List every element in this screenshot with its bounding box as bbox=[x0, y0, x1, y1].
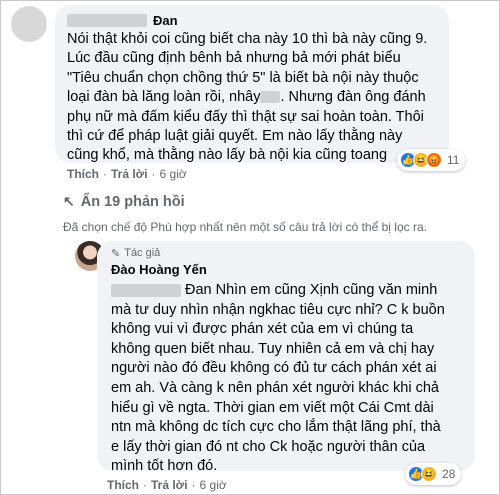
comment-line: thì cứ để pháp luật giải quyết. Em nào l… bbox=[67, 128, 403, 145]
reply-reaction-summary[interactable]: 👍 😆 28 bbox=[405, 463, 462, 485]
collapse-arrow-icon: ↖ bbox=[63, 193, 75, 209]
comment-line-part: . Nhưng đàn ông đánh bbox=[280, 89, 426, 106]
reply-actions: Thích · Trả lời · 6 giờ bbox=[107, 478, 227, 492]
reply-line: người nào đó đều không có đủ tư cách phá… bbox=[111, 360, 437, 377]
reply-line-part: Đan Nhìn em cũng Xịnh cũng văn minh bbox=[185, 282, 438, 298]
author-badge-label: Tác giả bbox=[124, 247, 161, 259]
separator: · bbox=[151, 167, 156, 181]
reply-line: mà tư duy nhìn nhận ngkhac tiêu cực nhỉ?… bbox=[111, 301, 445, 318]
comment-text: Nói thật khỏi coi cũng biết cha này 10 t… bbox=[67, 30, 437, 166]
comment-line: loại đàn bà lăng loàn rồi, nhây . Nhưng đ… bbox=[67, 88, 437, 107]
reply-line: hiểu gì về ngta. Thời gian em viết một C… bbox=[111, 399, 434, 416]
comment-line: cũng khổ, mà thằng nào lấy bà nội kia cũ… bbox=[67, 147, 388, 164]
comment-line: Nói thật khỏi coi cũng biết cha này 10 t… bbox=[67, 31, 428, 47]
comment-line-part: loại đàn bà lăng loàn rồi, nhây bbox=[67, 89, 261, 106]
separator: · bbox=[103, 167, 107, 181]
reaction-summary[interactable]: 👍 😆 😡 11 bbox=[397, 149, 466, 171]
like-button[interactable]: Thích bbox=[67, 167, 99, 181]
commenter-avatar[interactable] bbox=[11, 6, 47, 42]
comment-author-line[interactable]: Đan bbox=[67, 12, 437, 28]
reaction-count: 28 bbox=[442, 467, 456, 481]
author-badge: ✎ Tác giả bbox=[111, 246, 463, 260]
blurred-word bbox=[260, 91, 281, 104]
timestamp[interactable]: 6 giờ bbox=[160, 167, 187, 181]
reply-bubble: ✎ Tác giả Đào Hoàng Yến Đan Nhìn em cũng… bbox=[97, 241, 475, 474]
hide-replies-toggle[interactable]: ↖ Ẩn 19 phản hồi bbox=[63, 193, 185, 210]
pencil-icon: ✎ bbox=[111, 247, 121, 260]
angry-reaction-icon: 😡 bbox=[426, 152, 442, 168]
reply-line: e lấy thời gian đó nt cho Ck hoặc người … bbox=[111, 438, 426, 455]
comment-author[interactable]: Đan bbox=[153, 13, 178, 28]
reply-line: em ah. Và càng k nên phán xét người khác… bbox=[111, 379, 439, 396]
reply-text: Đan Nhìn em cũng Xịnh cũng văn minh mà t… bbox=[111, 281, 463, 477]
comment-line: phụ nữ mà đấm kiểu đấy thì thật sự sai h… bbox=[67, 108, 424, 125]
reaction-count: 11 bbox=[447, 153, 460, 167]
reply-line: không quen biết nhau. Tuy nhiên cả em và… bbox=[111, 340, 435, 357]
like-button[interactable]: Thích bbox=[107, 478, 139, 492]
toggle-label: Ẩn 19 phản hồi bbox=[80, 193, 185, 210]
reply-button[interactable]: Trả lời bbox=[151, 478, 188, 492]
reply-line: Đan Nhìn em cũng Xịnh cũng văn minh bbox=[111, 281, 463, 301]
reply-author[interactable]: Đào Hoàng Yến bbox=[111, 262, 463, 278]
comment-line: Lúc đầu cũng định bênh bả nhưng bả mới p… bbox=[67, 50, 401, 67]
separator: · bbox=[191, 478, 196, 492]
comment-actions: Thích · Trả lời · 6 giờ bbox=[67, 167, 187, 181]
reply-line: không vui vì được phán xét của em vì chú… bbox=[111, 321, 414, 338]
blurred-name bbox=[67, 13, 147, 27]
filter-note: Đã chọn chế độ Phù hợp nhất nên một số c… bbox=[63, 220, 427, 234]
haha-reaction-icon: 😆 bbox=[421, 466, 437, 482]
comment-bubble: Đan Nói thật khỏi coi cũng biết cha này … bbox=[55, 5, 449, 163]
reply-button[interactable]: Trả lời bbox=[111, 167, 148, 181]
separator: · bbox=[143, 478, 147, 492]
comment-line: "Tiêu chuẩn chọn chồng thứ 5" là biết bà… bbox=[67, 69, 419, 86]
timestamp[interactable]: 6 giờ bbox=[200, 478, 227, 492]
blurred-mention bbox=[111, 283, 181, 297]
reply-line: ntn mà không dc tích cực cho lắm thật lã… bbox=[111, 419, 441, 436]
